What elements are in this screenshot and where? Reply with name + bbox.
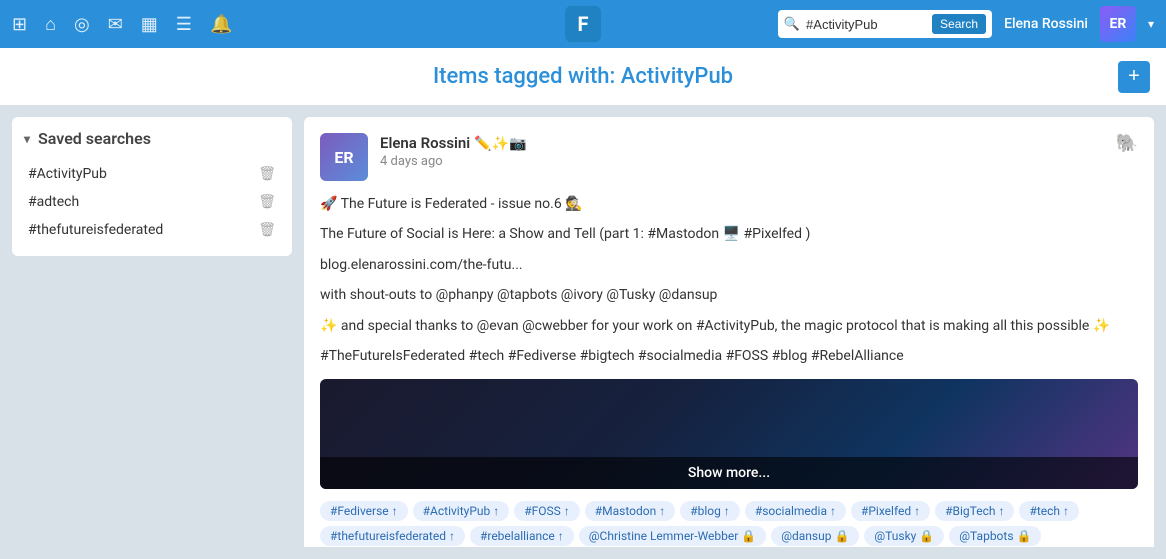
pill[interactable]: #tech ↑ xyxy=(1019,501,1079,521)
pill[interactable]: #ActivityPub ↑ xyxy=(413,501,510,521)
post-user-info: Elena Rossini ✏️✨📷 4 days ago xyxy=(380,133,1104,169)
saved-search-label: #thefutureisfederated xyxy=(28,222,163,238)
search-bar[interactable]: 🔍 Search xyxy=(778,10,992,38)
post-body: 🚀 The Future is Federated - issue no.6 🕵… xyxy=(320,193,1138,367)
top-navigation: ⊞ ⌂ ◎ ✉ ▦ ☰ 🔔 F 🔍 Search Elena Rossini E… xyxy=(0,0,1166,48)
pill[interactable]: #blog ↑ xyxy=(680,501,740,521)
logo-icon[interactable]: F xyxy=(565,6,601,42)
delete-icon[interactable]: 🗑 xyxy=(258,166,276,182)
pill[interactable]: #thefutureisfederated ↑ xyxy=(320,526,465,546)
pill[interactable]: @Christine Lemmer-Webber 🔒 xyxy=(579,526,766,546)
list-item[interactable]: #adtech 🗑 xyxy=(24,188,280,216)
post-timestamp: 4 days ago xyxy=(380,154,1104,169)
pill[interactable]: @Tapbots 🔒 xyxy=(949,526,1041,546)
saved-search-label: #ActivityPub xyxy=(28,166,107,182)
calendar-icon[interactable]: ▦ xyxy=(141,14,158,35)
delete-icon[interactable]: 🗑 xyxy=(258,222,276,238)
user-name: Elena Rossini xyxy=(1004,16,1088,32)
toggle-icon[interactable]: ▾ xyxy=(24,132,30,146)
post-line-5: ✨ and special thanks to @evan @cwebber f… xyxy=(320,315,1138,337)
delete-icon[interactable]: 🗑 xyxy=(258,194,276,210)
list-item[interactable]: #ActivityPub 🗑 xyxy=(24,160,280,188)
home-icon[interactable]: ⌂ xyxy=(45,14,56,35)
post-line-4: with shout-outs to @phanpy @tapbots @ivo… xyxy=(320,284,1138,306)
mail-icon[interactable]: ✉ xyxy=(108,14,123,35)
post-card: ER Elena Rossini ✏️✨📷 4 days ago 🐘 🚀 The… xyxy=(304,117,1154,547)
post-avatar: ER xyxy=(320,133,368,181)
pill[interactable]: #BigTech ↑ xyxy=(935,501,1014,521)
post-line-6: #TheFutureIsFederated #tech #Fediverse #… xyxy=(320,345,1138,367)
image-preview: Show more... xyxy=(320,379,1138,489)
post-avatar-initials: ER xyxy=(334,148,353,167)
saved-searches-title: Saved searches xyxy=(38,129,151,148)
main-layout: ▾ Saved searches #ActivityPub 🗑 #adtech … xyxy=(0,105,1166,559)
post-line-2: The Future of Social is Here: a Show and… xyxy=(320,223,1138,245)
nav-icons-left: ⊞ ⌂ ◎ ✉ ▦ ☰ 🔔 xyxy=(12,14,547,35)
target-icon[interactable]: ◎ xyxy=(74,14,90,35)
mastodon-icon: 🐘 xyxy=(1116,133,1138,154)
hashtag-pills: #Fediverse ↑ #ActivityPub ↑ #FOSS ↑ #Mas… xyxy=(320,501,1138,547)
post-line-3: blog.elenarossini.com/the-futu... xyxy=(320,254,1138,276)
nav-right: 🔍 Search Elena Rossini ER ▾ xyxy=(619,6,1154,42)
page-title: Items tagged with: ActivityPub xyxy=(433,64,733,89)
bell-icon[interactable]: 🔔 xyxy=(210,14,232,35)
post-header: ER Elena Rossini ✏️✨📷 4 days ago 🐘 xyxy=(320,133,1138,181)
post-username-suffix: ✏️✨📷 xyxy=(474,136,526,152)
search-button[interactable]: Search xyxy=(932,14,986,34)
avatar-image: ER xyxy=(1100,6,1136,42)
show-more-button[interactable]: Show more... xyxy=(320,457,1138,489)
pill[interactable]: #Pixelfed ↑ xyxy=(851,501,930,521)
pill[interactable]: @Tusky 🔒 xyxy=(864,526,944,546)
sidebar: ▾ Saved searches #ActivityPub 🗑 #adtech … xyxy=(12,117,292,256)
nav-logo[interactable]: F xyxy=(565,6,601,42)
apps-icon[interactable]: ⊞ xyxy=(12,14,27,35)
chevron-down-icon[interactable]: ▾ xyxy=(1148,17,1154,31)
pill[interactable]: #Mastodon ↑ xyxy=(585,501,675,521)
pill[interactable]: #socialmedia ↑ xyxy=(745,501,846,521)
page-title-bar: Items tagged with: ActivityPub + xyxy=(0,48,1166,105)
pill[interactable]: #Fediverse ↑ xyxy=(320,501,408,521)
pill[interactable]: #FOSS ↑ xyxy=(514,501,580,521)
list-item[interactable]: #thefutureisfederated 🗑 xyxy=(24,216,280,244)
saved-search-label: #adtech xyxy=(28,194,79,210)
avatar[interactable]: ER xyxy=(1100,6,1136,42)
search-input[interactable] xyxy=(806,17,926,32)
post-username: Elena Rossini ✏️✨📷 xyxy=(380,133,1104,152)
pill[interactable]: @dansup 🔒 xyxy=(771,526,859,546)
saved-searches-header: ▾ Saved searches xyxy=(24,129,280,148)
add-button[interactable]: + xyxy=(1118,61,1150,93)
post-line-1: 🚀 The Future is Federated - issue no.6 🕵… xyxy=(320,193,1138,215)
group-icon[interactable]: ☰ xyxy=(176,14,192,35)
content-area: ER Elena Rossini ✏️✨📷 4 days ago 🐘 🚀 The… xyxy=(304,117,1154,547)
search-icon: 🔍 xyxy=(784,17,800,32)
pill[interactable]: #rebelalliance ↑ xyxy=(470,526,574,546)
